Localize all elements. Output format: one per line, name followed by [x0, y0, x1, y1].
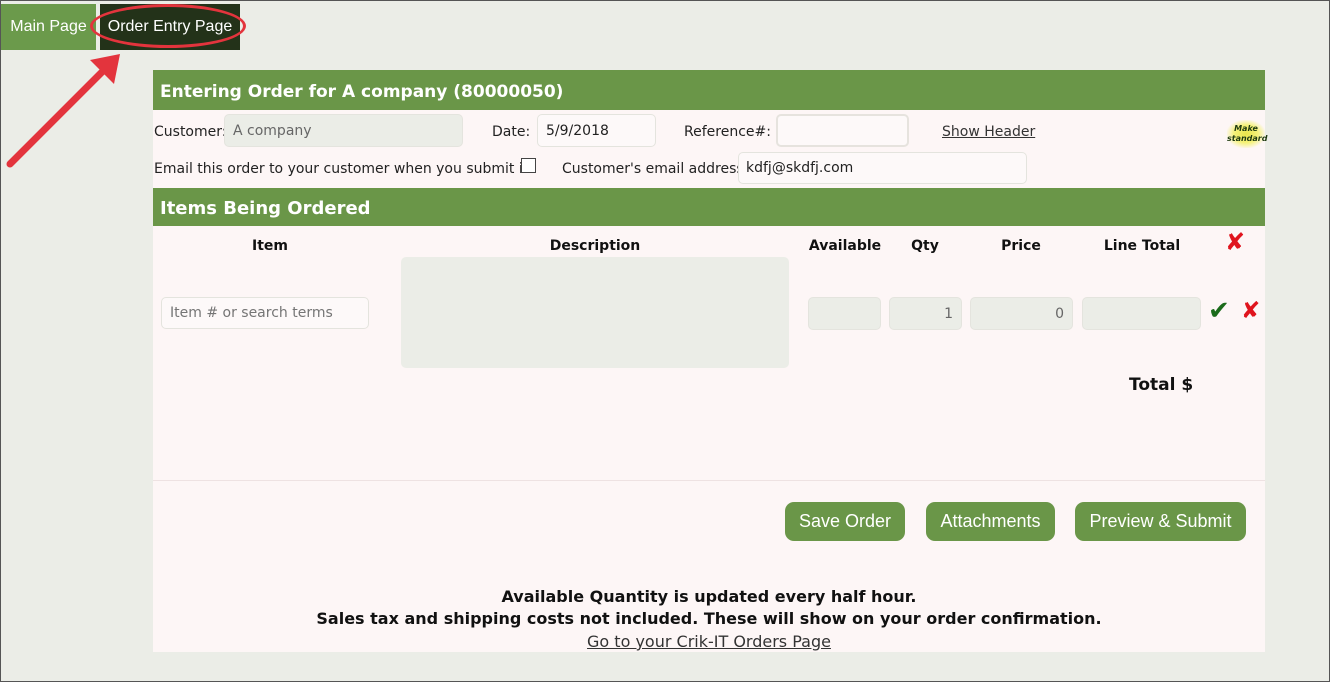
save-order-button[interactable]: Save Order: [785, 502, 905, 541]
column-header-qty: Qty: [911, 238, 939, 254]
tax-shipping-note: Sales tax and shipping costs not include…: [316, 609, 1102, 628]
email-order-checkbox[interactable]: [521, 158, 536, 173]
make-standard-button[interactable]: Make standard: [1227, 120, 1268, 148]
item-search-input[interactable]: [161, 297, 369, 329]
show-header-link[interactable]: Show Header: [942, 124, 1035, 140]
column-header-available: Available: [808, 238, 882, 254]
qty-field[interactable]: 1: [889, 297, 962, 330]
available-field: [808, 297, 881, 330]
price-field[interactable]: 0: [970, 297, 1073, 330]
section-divider: [153, 480, 1265, 481]
reference-label: Reference#:: [684, 124, 771, 140]
preview-submit-button[interactable]: Preview & Submit: [1075, 502, 1246, 541]
reference-field[interactable]: [776, 114, 909, 147]
availability-note: Available Quantity is updated every half…: [501, 587, 917, 606]
customer-field: A company: [224, 114, 463, 147]
email-order-label: Email this order to your customer when y…: [154, 161, 536, 177]
date-field[interactable]: 5/9/2018: [537, 114, 656, 147]
description-field: [401, 257, 789, 368]
items-section-title: Items Being Ordered: [153, 188, 1265, 226]
column-header-description: Description: [549, 238, 641, 254]
delete-all-x-icon[interactable]: ✘: [1225, 228, 1245, 256]
order-total-label: Total $: [1129, 375, 1194, 395]
confirm-line-checkmark-icon[interactable]: ✔: [1208, 296, 1230, 326]
line-total-field: [1082, 297, 1201, 330]
order-entry-panel: Entering Order for A company (80000050) …: [153, 70, 1268, 652]
delete-line-x-icon[interactable]: ✘: [1241, 298, 1260, 324]
tab-main-page[interactable]: Main Page: [1, 4, 96, 50]
make-standard-line2: standard: [1227, 134, 1268, 143]
customer-email-field[interactable]: kdfj@skdfj.com: [738, 152, 1027, 184]
page-title: Entering Order for A company (80000050): [153, 70, 1265, 110]
make-standard-line1: Make: [1234, 124, 1258, 133]
attachments-button[interactable]: Attachments: [926, 502, 1055, 541]
date-label: Date:: [492, 124, 531, 140]
customer-email-label: Customer's email address:: [562, 161, 749, 177]
column-header-price: Price: [1001, 238, 1041, 254]
crik-it-orders-link[interactable]: Go to your Crik-IT Orders Page: [153, 632, 1265, 651]
tab-order-entry-page[interactable]: Order Entry Page: [100, 4, 240, 50]
column-header-line-total: Line Total: [1103, 238, 1181, 254]
column-header-item: Item: [252, 238, 288, 254]
red-arrow-annotation: [6, 54, 120, 168]
customer-label: Customer:: [154, 124, 227, 140]
